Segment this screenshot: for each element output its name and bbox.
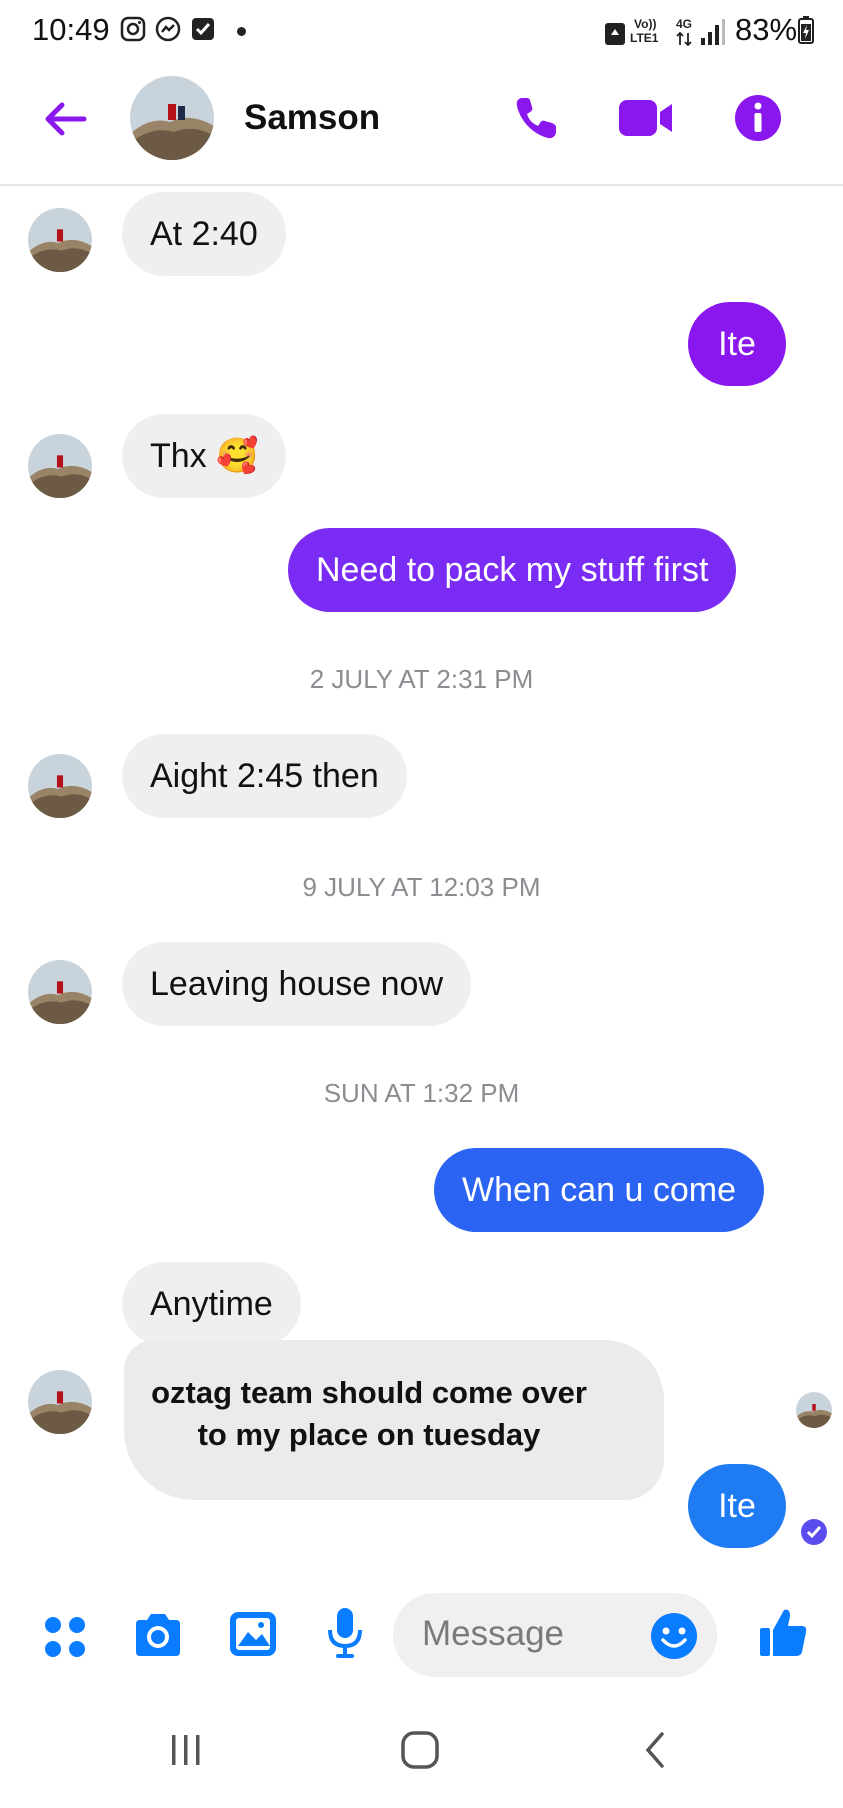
message-bubble-incoming[interactable]: At 2:40 <box>122 192 286 276</box>
seen-avatar <box>796 1392 832 1428</box>
sender-avatar[interactable] <box>28 754 92 818</box>
message-bubble-incoming[interactable]: Aight 2:45 then <box>122 734 407 818</box>
contact-name[interactable]: Samson <box>244 98 380 138</box>
video-call-icon[interactable] <box>618 98 674 138</box>
volte-label: Vo)) <box>634 17 657 31</box>
recent-apps-icon[interactable] <box>168 1732 204 1768</box>
message-bubble-outgoing[interactable]: When can u come <box>434 1148 765 1232</box>
phone-icon[interactable] <box>512 94 560 142</box>
like-thumb-icon[interactable] <box>758 1606 808 1658</box>
timestamp: SUN AT 1:32 PM <box>323 1078 520 1108</box>
contact-avatar[interactable] <box>130 76 214 160</box>
back-arrow-icon[interactable] <box>40 94 90 144</box>
network-type-label: 4G <box>676 17 693 31</box>
microphone-icon[interactable] <box>326 1606 364 1660</box>
emoji-icon[interactable] <box>650 1612 698 1660</box>
battery-saver-icon <box>605 23 625 45</box>
home-icon[interactable] <box>400 1730 440 1770</box>
notification-dot <box>237 27 246 36</box>
message-bubble-incoming[interactable]: Anytime <box>122 1262 301 1346</box>
message-bubble-outgoing[interactable]: Need to pack my stuff first <box>288 528 737 612</box>
chat-header <box>0 60 843 186</box>
battery-percent: 83% <box>735 12 798 47</box>
sent-check-icon <box>801 1519 827 1545</box>
status-time: 10:49 <box>32 12 110 47</box>
check-box-status-icon <box>192 18 214 40</box>
info-icon[interactable] <box>734 94 782 142</box>
gallery-icon[interactable] <box>228 1610 278 1658</box>
sender-avatar[interactable] <box>28 434 92 498</box>
messenger-status-icon <box>155 16 181 42</box>
signal-icon <box>701 19 725 45</box>
message-bubble-incoming[interactable]: Thx 🥰 <box>122 414 287 498</box>
message-bubble-incoming[interactable]: Leaving house now <box>122 942 472 1026</box>
camera-icon[interactable] <box>132 1612 184 1658</box>
timestamp: 9 JULY AT 12:03 PM <box>302 872 541 902</box>
message-placeholder: Message <box>422 1614 565 1653</box>
sender-avatar[interactable] <box>28 1370 92 1434</box>
lte-label: LTE1 <box>630 31 659 45</box>
message-bubble-outgoing[interactable]: Ite <box>688 302 786 386</box>
sender-avatar[interactable] <box>28 208 92 272</box>
sender-avatar[interactable] <box>28 960 92 1024</box>
timestamp: 2 JULY AT 2:31 PM <box>309 664 534 694</box>
instagram-icon <box>120 16 146 42</box>
data-arrows-icon <box>676 32 692 46</box>
message-text-line: to my place on tuesday <box>197 1417 541 1452</box>
back-nav-icon[interactable] <box>640 1730 670 1770</box>
message-text-line: oztag team should come over <box>151 1375 587 1410</box>
message-bubble-outgoing[interactable]: Ite <box>688 1464 786 1548</box>
menu-dots-icon[interactable] <box>42 1614 88 1660</box>
battery-icon <box>798 16 814 44</box>
